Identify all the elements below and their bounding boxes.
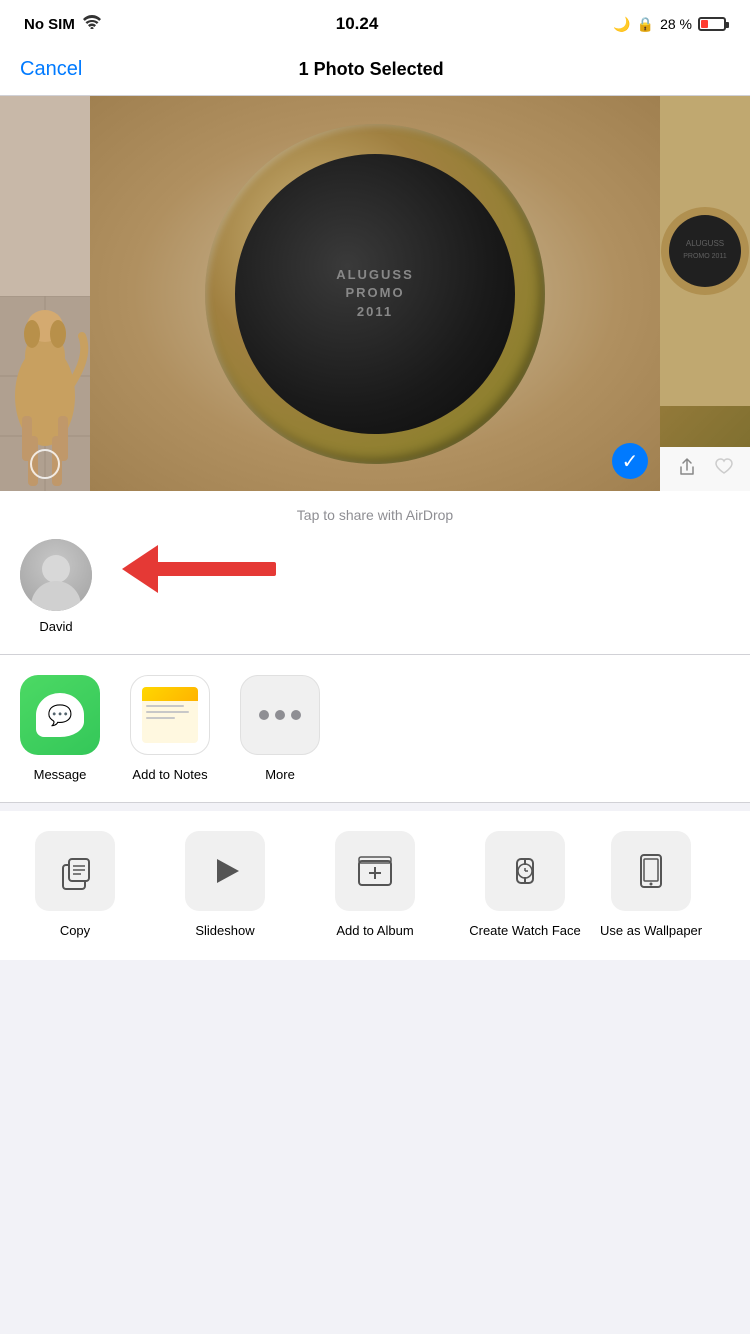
svg-text:ALUGUSS: ALUGUSS <box>686 239 724 248</box>
notes-line <box>146 711 189 713</box>
copy-icon <box>55 851 95 891</box>
actions-section: Copy Slideshow Add to Album <box>0 811 750 960</box>
moon-icon: 🌙 <box>613 16 630 33</box>
action-item-copy[interactable]: Copy <box>0 831 150 940</box>
coin-background: ALUGUSSPROMO2011 <box>90 96 660 491</box>
battery-fill <box>701 20 708 28</box>
watch-face-action-label: Create Watch Face <box>469 923 581 940</box>
album-icon <box>355 851 395 891</box>
selected-badge: ✓ <box>612 443 648 479</box>
slideshow-action-label: Slideshow <box>195 923 254 940</box>
watch-icon-wrap <box>485 831 565 911</box>
heart-icon[interactable] <box>714 457 734 482</box>
notes-app-icon <box>130 675 210 755</box>
more-app-icon <box>240 675 320 755</box>
avatar-body <box>31 581 81 611</box>
action-item-add-to-album[interactable]: Add to Album <box>300 831 450 940</box>
carrier-label: No SIM <box>24 16 75 33</box>
dot-1 <box>259 710 269 720</box>
message-app-label: Message <box>34 767 87 782</box>
message-bubble: 💬 <box>36 693 84 737</box>
app-item-notes[interactable]: Add to Notes <box>130 675 210 782</box>
dot-2 <box>275 710 285 720</box>
red-arrow-indicator <box>122 503 276 634</box>
more-app-label: More <box>265 767 295 782</box>
bubble-icon: 💬 <box>48 703 73 728</box>
lock-icon: 🔒 <box>637 16 654 33</box>
airdrop-label: Tap to share with AirDrop <box>0 507 750 523</box>
apps-row: 💬 Message Add to Notes <box>0 675 750 782</box>
status-time: 10.24 <box>336 14 379 34</box>
cancel-button[interactable]: Cancel <box>20 58 82 81</box>
arrow-shaft <box>156 562 276 576</box>
photo-strip: ALUGUSSPROMO2011 ✓ ALUGUSS PROMO 2011 <box>0 96 750 491</box>
checkmark-icon: ✓ <box>622 449 639 474</box>
status-battery-area: 🌙 🔒 28 % <box>613 16 726 33</box>
photo-main-selected[interactable]: ALUGUSSPROMO2011 ✓ <box>90 96 660 491</box>
wallpaper-icon <box>631 851 671 891</box>
copy-icon-wrap <box>35 831 115 911</box>
status-carrier-wifi: No SIM <box>24 15 101 33</box>
status-bar: No SIM 10.24 🌙 🔒 28 % <box>0 0 750 44</box>
svg-text:PROMO 2011: PROMO 2011 <box>683 253 727 260</box>
slideshow-icon <box>205 851 245 891</box>
dot-3 <box>291 710 301 720</box>
arrow-head <box>122 545 158 593</box>
wallpaper-icon-wrap <box>611 831 691 911</box>
nav-bar: Cancel 1 Photo Selected <box>0 44 750 96</box>
airdrop-section: Tap to share with AirDrop David <box>0 491 750 655</box>
app-item-message[interactable]: 💬 Message <box>20 675 100 782</box>
share-icon[interactable] <box>677 457 697 482</box>
apps-section: 💬 Message Add to Notes <box>0 655 750 803</box>
app-item-more[interactable]: More <box>240 675 320 782</box>
action-item-slideshow[interactable]: Slideshow <box>150 831 300 940</box>
selection-circle-left <box>30 449 60 479</box>
wifi-icon <box>83 15 101 33</box>
album-icon-wrap <box>335 831 415 911</box>
notes-app-label: Add to Notes <box>132 767 207 782</box>
photo-thumb-left[interactable] <box>0 96 90 491</box>
photo-right-panel: ALUGUSS PROMO 2011 <box>660 96 750 491</box>
slideshow-icon-wrap <box>185 831 265 911</box>
photo-right-icons <box>660 447 750 491</box>
avatar-person <box>20 539 92 611</box>
wallpaper-action-label: Use as Wallpaper <box>600 923 702 940</box>
notes-line <box>146 705 184 707</box>
contact-avatar-david <box>20 539 92 611</box>
avatar-head <box>42 555 70 583</box>
more-dots <box>259 710 301 720</box>
contact-name-david: David <box>39 619 72 634</box>
action-item-wallpaper[interactable]: Use as Wallpaper <box>600 831 702 940</box>
watch-face-icon <box>505 851 545 891</box>
airdrop-contacts: David <box>0 539 750 654</box>
notes-line <box>146 717 175 719</box>
battery-percent: 28 % <box>660 16 692 32</box>
coin-text: ALUGUSSPROMO2011 <box>336 266 414 321</box>
notes-lines <box>142 701 198 723</box>
photo-thumb-right[interactable]: ALUGUSS PROMO 2011 <box>660 96 750 447</box>
contact-item-david[interactable]: David <box>20 539 92 634</box>
album-action-label: Add to Album <box>336 923 413 940</box>
message-app-icon: 💬 <box>20 675 100 755</box>
copy-action-label: Copy <box>60 923 90 940</box>
notes-header <box>142 687 198 701</box>
page-title: 1 Photo Selected <box>299 59 444 80</box>
action-item-create-watch-face[interactable]: Create Watch Face <box>450 831 600 940</box>
notes-visual <box>142 687 198 743</box>
coin-inner: ALUGUSSPROMO2011 <box>235 154 515 434</box>
coin-outer: ALUGUSSPROMO2011 <box>205 124 545 464</box>
dog-photo <box>0 96 90 491</box>
battery-icon <box>698 17 726 31</box>
